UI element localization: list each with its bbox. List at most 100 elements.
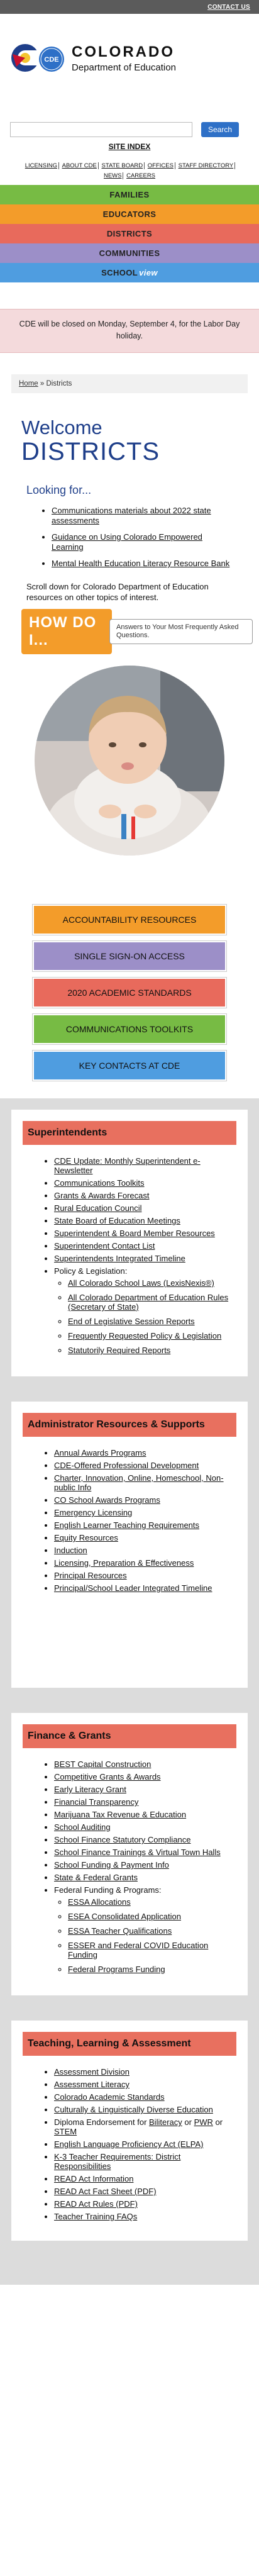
pwr-link[interactable]: PWR — [194, 2117, 213, 2127]
logo-text[interactable]: COLORADO Department of Education — [72, 43, 176, 73]
resource-link[interactable]: Statutorily Required Reports — [68, 1346, 170, 1355]
quick-link-accountability[interactable]: ACCOUNTABILITY RESOURCES — [32, 904, 227, 935]
policy-label: Policy & Legislation: — [54, 1266, 128, 1276]
resource-link[interactable]: English Language Proficiency Act (ELPA) — [54, 2139, 204, 2149]
list-item: School Finance Trainings & Virtual Town … — [54, 1848, 236, 1857]
looking-link[interactable]: Mental Health Education Literacy Resourc… — [52, 559, 233, 569]
biliteracy-link[interactable]: Biliteracy — [149, 2117, 182, 2127]
looking-link[interactable]: Communications materials about 2022 stat… — [52, 506, 233, 526]
resource-link[interactable]: School Finance Statutory Compliance — [54, 1835, 191, 1844]
resource-link[interactable]: Federal Programs Funding — [68, 1965, 165, 1974]
resource-link[interactable]: K-3 Teacher Requirements: District Respo… — [54, 2152, 180, 2171]
resource-link[interactable]: READ Act Fact Sheet (PDF) — [54, 2187, 157, 2196]
search-input[interactable] — [10, 122, 192, 137]
resource-link[interactable]: Grants & Awards Forecast — [54, 1191, 150, 1200]
resource-link[interactable]: Culturally & Linguistically Diverse Educ… — [54, 2105, 213, 2114]
util-link-careers[interactable]: CAREERS — [125, 172, 157, 179]
list-item: CDE-Offered Professional Development — [54, 1461, 236, 1470]
resource-link[interactable]: Principal/School Leader Integrated Timel… — [54, 1583, 212, 1593]
search-button[interactable]: Search — [201, 122, 239, 137]
resource-link[interactable]: Assessment Literacy — [54, 2080, 130, 2089]
list-item: Frequently Requested Policy & Legislatio… — [68, 1331, 236, 1341]
resource-link[interactable]: English Learner Teaching Requirements — [54, 1520, 199, 1530]
resource-link[interactable]: CO School Awards Programs — [54, 1495, 160, 1505]
resource-link[interactable]: Colorado Academic Standards — [54, 2092, 165, 2102]
utility-nav: LICENSING ABOUT CDE STATE BOARD OFFICES … — [0, 161, 259, 181]
cde-logo[interactable]: CDE — [10, 39, 67, 77]
util-link-staff-directory[interactable]: STAFF DIRECTORY — [177, 162, 236, 169]
resource-link[interactable]: Frequently Requested Policy & Legislatio… — [68, 1331, 221, 1341]
breadcrumb-current: Districts — [46, 380, 72, 388]
resource-link[interactable]: Superintendent & Board Member Resources — [54, 1229, 215, 1238]
resource-link[interactable]: Superintendents Integrated Timeline — [54, 1254, 185, 1263]
quick-link-single-sign-on[interactable]: SINGLE SIGN-ON ACCESS — [32, 940, 227, 972]
resource-link[interactable]: School Funding & Payment Info — [54, 1860, 169, 1870]
resource-link[interactable]: Assessment Division — [54, 2067, 130, 2077]
breadcrumb-home[interactable]: Home — [19, 380, 38, 388]
resource-link[interactable]: Charter, Innovation, Online, Homeschool,… — [54, 1473, 224, 1492]
list-item: CO School Awards Programs — [54, 1495, 236, 1505]
resource-link[interactable]: Rural Education Council — [54, 1203, 141, 1213]
resource-link[interactable]: ESEA Consolidated Application — [68, 1912, 181, 1921]
stem-link[interactable]: STEM — [54, 2127, 77, 2136]
resource-link[interactable]: End of Legislative Session Reports — [68, 1317, 195, 1326]
list-item: ESSA Allocations — [68, 1897, 236, 1907]
util-link-about[interactable]: ABOUT CDE — [60, 162, 99, 169]
resource-link[interactable]: Superintendent Contact List — [54, 1241, 155, 1251]
resource-link[interactable]: All Colorado Department of Education Rul… — [68, 1293, 228, 1312]
resource-link[interactable]: Emergency Licensing — [54, 1508, 132, 1517]
list-item: Assessment Literacy — [54, 2080, 236, 2089]
site-index-link[interactable]: SITE INDEX — [0, 142, 259, 151]
resource-link[interactable]: Financial Transparency — [54, 1797, 138, 1807]
looking-link[interactable]: Guidance on Using Colorado Empowered Lea… — [52, 532, 233, 552]
nav-schoolview[interactable]: SCHOOL view — [0, 263, 259, 282]
resource-link[interactable]: Marijuana Tax Revenue & Education — [54, 1810, 186, 1819]
resource-link[interactable]: All Colorado School Laws (LexisNexis®) — [68, 1278, 214, 1288]
list-item: BEST Capital Construction — [54, 1759, 236, 1769]
list-item: Annual Awards Programs — [54, 1448, 236, 1458]
resource-link[interactable]: School Auditing — [54, 1822, 111, 1832]
resource-link[interactable]: State & Federal Grants — [54, 1873, 138, 1882]
resource-link[interactable]: State Board of Education Meetings — [54, 1216, 180, 1225]
quick-link-key-contacts[interactable]: KEY CONTACTS AT CDE — [32, 1050, 227, 1081]
nav-communities[interactable]: COMMUNITIES — [0, 243, 259, 263]
nav-districts[interactable]: DISTRICTS — [0, 224, 259, 243]
nav-educators[interactable]: EDUCATORS — [0, 204, 259, 224]
resource-link[interactable]: Equity Resources — [54, 1533, 118, 1542]
resource-link[interactable]: BEST Capital Construction — [54, 1759, 151, 1769]
resource-link[interactable]: ESSER and Federal COVID Education Fundin… — [68, 1941, 208, 1960]
resource-link[interactable]: Annual Awards Programs — [54, 1448, 146, 1458]
resource-link[interactable]: Early Literacy Grant — [54, 1785, 126, 1794]
resource-link[interactable]: Competitive Grants & Awards — [54, 1772, 161, 1781]
resource-link[interactable]: ESSA Teacher Qualifications — [68, 1926, 172, 1936]
resource-link[interactable]: Induction — [54, 1546, 87, 1555]
quick-link-academic-standards[interactable]: 2020 ACADEMIC STANDARDS — [32, 977, 227, 1008]
federal-label: Federal Funding & Programs: — [54, 1885, 162, 1895]
util-link-offices[interactable]: OFFICES — [146, 162, 175, 169]
list-item: Superintendent & Board Member Resources — [54, 1229, 236, 1238]
child-photo — [35, 666, 224, 856]
resource-link[interactable]: Principal Resources — [54, 1571, 127, 1580]
util-link-news[interactable]: NEWS — [102, 172, 124, 179]
card-title: Superintendents — [23, 1121, 236, 1145]
util-link-state-board[interactable]: STATE BOARD — [100, 162, 145, 169]
resource-link[interactable]: READ Act Rules (PDF) — [54, 2199, 138, 2209]
resource-link[interactable]: CDE-Offered Professional Development — [54, 1461, 199, 1470]
card-superintendents: Superintendents CDE Update: Monthly Supe… — [11, 1110, 248, 1376]
diploma-or: or — [182, 2117, 194, 2127]
resource-link[interactable]: Communications Toolkits — [54, 1178, 145, 1188]
list-item: End of Legislative Session Reports — [68, 1317, 236, 1326]
resource-link[interactable]: CDE Update: Monthly Superintendent e-New… — [54, 1156, 201, 1175]
resource-link[interactable]: READ Act Information — [54, 2174, 133, 2183]
resource-link[interactable]: Licensing, Preparation & Effectiveness — [54, 1558, 194, 1568]
quick-link-communications-toolkits[interactable]: COMMUNICATIONS TOOLKITS — [32, 1013, 227, 1045]
resource-link[interactable]: ESSA Allocations — [68, 1897, 131, 1907]
contact-us-link[interactable]: CONTACT US — [207, 4, 250, 11]
list-item: Financial Transparency — [54, 1797, 236, 1807]
card-title: Administrator Resources & Supports — [23, 1413, 236, 1437]
resource-link[interactable]: School Finance Trainings & Virtual Town … — [54, 1848, 221, 1857]
resource-link[interactable]: Teacher Training FAQs — [54, 2212, 137, 2221]
how-do-i-banner[interactable]: HOW DO I... Answers to Your Most Frequen… — [21, 609, 253, 654]
util-link-licensing[interactable]: LICENSING — [23, 162, 59, 169]
nav-families[interactable]: FAMILIES — [0, 185, 259, 204]
